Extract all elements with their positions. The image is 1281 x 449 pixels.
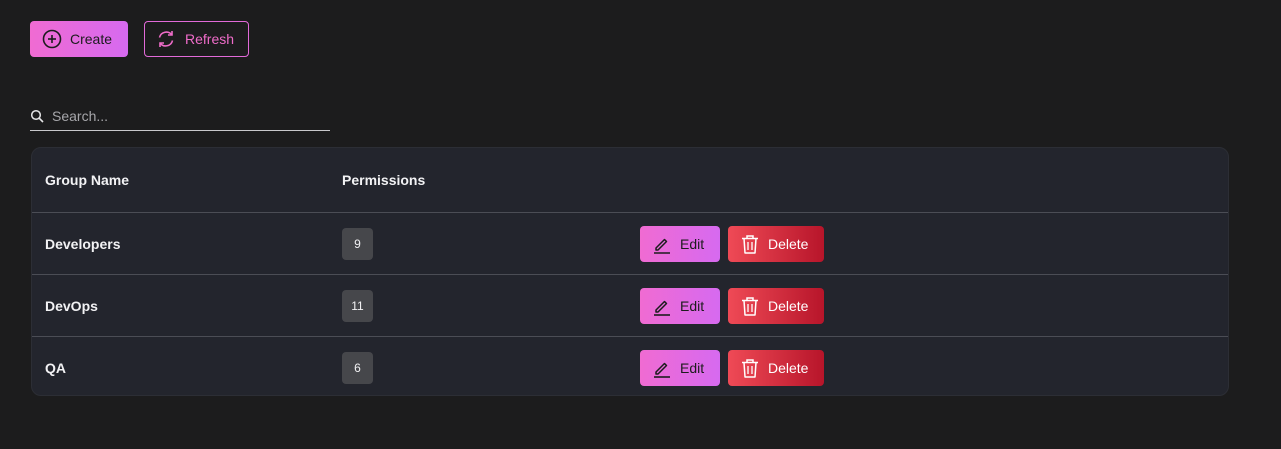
- edit-button[interactable]: Edit: [640, 349, 720, 386]
- edit-button[interactable]: Edit: [640, 287, 720, 324]
- trash-icon: [740, 296, 760, 316]
- table-row: DevOps 11 Edit Delete: [32, 275, 1228, 337]
- edit-button[interactable]: Edit: [640, 225, 720, 262]
- refresh-button[interactable]: Refresh: [144, 21, 249, 57]
- permissions-count: 6: [342, 351, 373, 384]
- header-permissions: Permissions: [342, 172, 426, 188]
- pencil-icon: [652, 358, 672, 378]
- groups-table: Group Name Permissions Developers 9 Edit: [31, 147, 1229, 396]
- table-row: QA 6 Edit Delete: [32, 337, 1228, 395]
- group-name: DevOps: [45, 297, 98, 314]
- permissions-count: 11: [342, 289, 373, 322]
- search-field: [30, 102, 330, 131]
- toolbar: Create Refresh: [30, 21, 249, 57]
- edit-button-label: Edit: [680, 297, 705, 314]
- search-input[interactable]: [52, 108, 322, 124]
- pencil-icon: [652, 296, 672, 316]
- delete-button-label: Delete: [768, 359, 809, 376]
- pencil-icon: [652, 234, 672, 254]
- delete-button[interactable]: Delete: [728, 287, 824, 324]
- group-name: QA: [45, 359, 66, 376]
- delete-button[interactable]: Delete: [728, 349, 824, 386]
- row-actions: Edit Delete: [640, 287, 824, 324]
- refresh-icon: [155, 28, 177, 50]
- edit-button-label: Edit: [680, 359, 705, 376]
- delete-button-label: Delete: [768, 235, 809, 252]
- trash-icon: [740, 234, 760, 254]
- groups-page: Create Refresh Group Name: [0, 0, 1281, 449]
- group-name: Developers: [45, 235, 121, 252]
- trash-icon: [740, 358, 760, 378]
- search-icon: [30, 109, 44, 123]
- delete-button[interactable]: Delete: [728, 225, 824, 262]
- create-button[interactable]: Create: [30, 21, 128, 57]
- edit-button-label: Edit: [680, 235, 705, 252]
- row-actions: Edit Delete: [640, 349, 824, 386]
- table-header: Group Name Permissions: [32, 148, 1228, 213]
- row-actions: Edit Delete: [640, 225, 824, 262]
- header-group-name: Group Name: [45, 172, 130, 188]
- permissions-count: 9: [342, 227, 373, 260]
- table-row: Developers 9 Edit Delete: [32, 213, 1228, 275]
- plus-circle-icon: [42, 29, 62, 49]
- create-button-label: Create: [70, 31, 113, 47]
- delete-button-label: Delete: [768, 297, 809, 314]
- refresh-button-label: Refresh: [185, 31, 235, 47]
